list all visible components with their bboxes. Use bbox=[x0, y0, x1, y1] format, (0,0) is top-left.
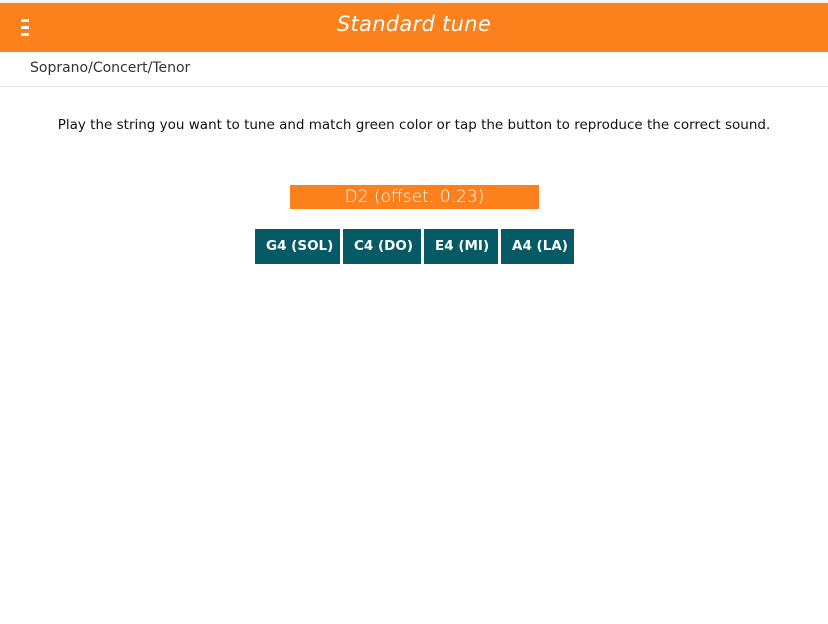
string-button-c4[interactable]: C4 (DO) bbox=[343, 229, 421, 264]
string-buttons: G4 (SOL) C4 (DO) E4 (MI) A4 (LA) bbox=[255, 229, 574, 264]
string-button-g4[interactable]: G4 (SOL) bbox=[255, 229, 340, 264]
instructions-text: Play the string you want to tune and mat… bbox=[57, 117, 771, 133]
string-button-a4[interactable]: A4 (LA) bbox=[501, 229, 574, 264]
page-title: Standard tune bbox=[336, 12, 492, 36]
detected-note-display: D2 (offset: 0.23) bbox=[290, 185, 539, 209]
breadcrumb-bar: Soprano/Concert/Tenor bbox=[0, 52, 828, 87]
breadcrumb: Soprano/Concert/Tenor bbox=[30, 60, 191, 76]
app-header: Standard tune bbox=[0, 0, 828, 52]
string-button-e4[interactable]: E4 (MI) bbox=[424, 229, 498, 264]
